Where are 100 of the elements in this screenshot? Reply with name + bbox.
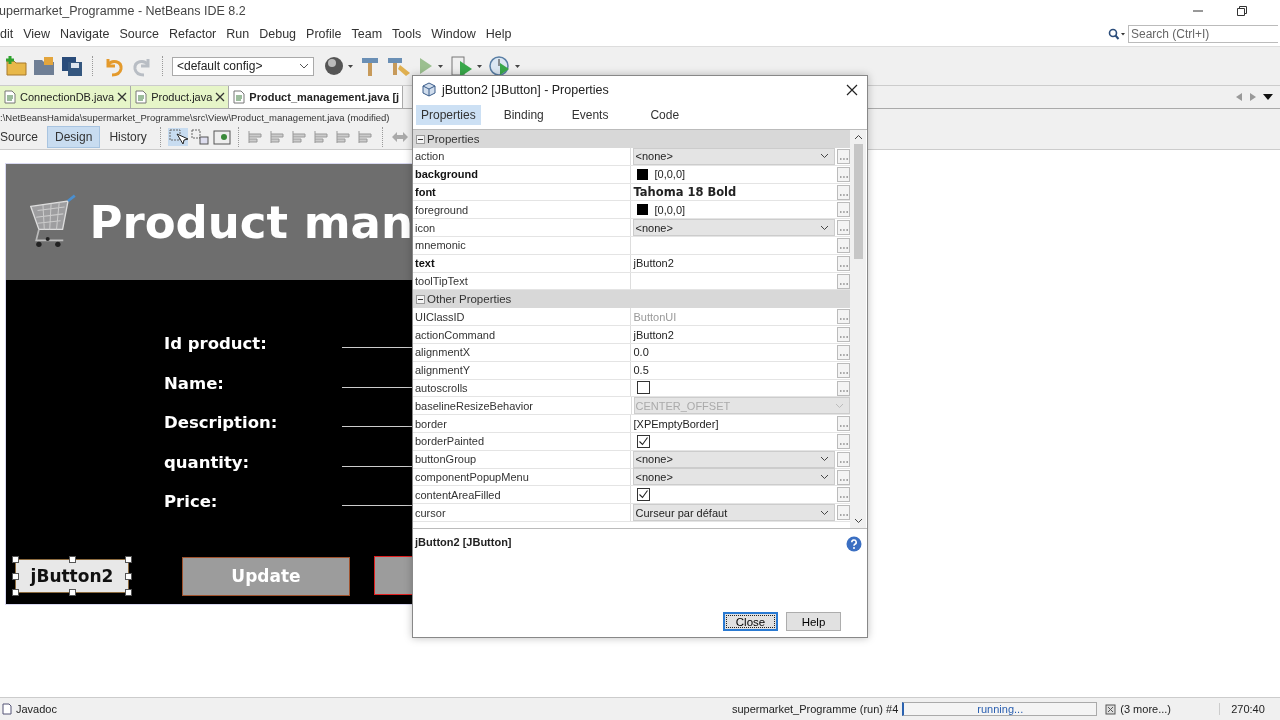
property-name: UIClassID [413, 308, 632, 326]
resize-handle[interactable] [69, 589, 76, 596]
dialog-tab[interactable]: Events [566, 105, 614, 125]
custom-editor-button[interactable] [837, 380, 850, 396]
custom-editor-button[interactable] [837, 416, 850, 432]
property-value[interactable]: jButton2 [633, 257, 674, 270]
more-tasks-link[interactable]: (3 more...) [1120, 703, 1171, 715]
scroll-down-icon[interactable] [853, 518, 863, 524]
menu-item[interactable]: Refactor [164, 27, 222, 41]
property-name: buttonGroup [413, 450, 632, 468]
custom-editor-button[interactable] [837, 238, 850, 253]
collapse-icon[interactable] [416, 294, 425, 304]
resize-handle[interactable] [12, 556, 19, 563]
search-field[interactable]: Search (Ctrl+I) [1128, 25, 1278, 43]
property-value[interactable]: Tahoma 18 Bold [633, 185, 737, 199]
menu-item[interactable]: Tools [387, 27, 427, 41]
ellipsis-icon [839, 193, 848, 196]
file-icon [134, 90, 149, 104]
custom-editor-button[interactable] [837, 255, 850, 271]
custom-editor-button[interactable] [837, 344, 850, 360]
dropdown-icon[interactable] [1262, 92, 1274, 102]
menu-item[interactable]: Team [346, 27, 388, 41]
property-value[interactable]: [XPEmptyBorder] [633, 417, 719, 430]
collapse-icon[interactable] [416, 134, 425, 144]
tasks-icon[interactable] [1105, 703, 1117, 715]
custom-editor-button[interactable] [837, 184, 850, 200]
profile-icon[interactable] [488, 55, 522, 77]
resize-handle[interactable] [12, 573, 19, 580]
custom-editor-button[interactable] [837, 220, 850, 236]
ellipsis-icon [839, 442, 848, 445]
search-icon[interactable] [1108, 28, 1126, 40]
resize-handle[interactable] [125, 556, 132, 563]
custom-editor-button[interactable] [837, 487, 850, 503]
custom-editor-button[interactable] [837, 309, 850, 325]
dialog-tab[interactable]: Binding [498, 105, 549, 125]
view-tab[interactable]: History [102, 127, 154, 147]
resize-handle[interactable] [125, 589, 132, 596]
menu-item[interactable]: dit [0, 27, 19, 41]
custom-editor-button[interactable] [837, 327, 850, 343]
view-tab[interactable]: Source [0, 127, 46, 147]
custom-editor-button[interactable] [837, 202, 850, 218]
value-dropdown[interactable]: Curseur par défaut [633, 504, 836, 522]
left-arrow-icon[interactable] [1234, 92, 1244, 102]
checkbox[interactable] [637, 381, 651, 395]
checkbox[interactable] [637, 488, 651, 502]
restore-icon[interactable] [1236, 5, 1248, 17]
menu-item[interactable]: View [18, 27, 56, 41]
editor-tab[interactable]: Product.java [131, 86, 230, 108]
new-project-icon[interactable] [4, 55, 28, 77]
custom-editor-button[interactable] [837, 149, 850, 164]
property-name: contentAreaFilled [413, 486, 632, 504]
custom-editor-button[interactable] [837, 273, 850, 289]
editor-tab[interactable]: Product_management.java [j [229, 86, 404, 108]
save-all-icon[interactable] [60, 55, 84, 77]
dialog-button[interactable]: Help [786, 612, 841, 631]
value-dropdown[interactable]: <none> [633, 219, 836, 237]
open-project-icon[interactable] [32, 55, 56, 77]
ellipsis-icon [839, 282, 848, 285]
custom-editor-button[interactable] [837, 433, 850, 449]
close-icon[interactable] [846, 83, 858, 96]
close-icon[interactable] [215, 92, 226, 102]
checkbox[interactable] [637, 434, 651, 448]
custom-editor-button[interactable] [837, 451, 850, 467]
dialog-button[interactable]: Close [723, 612, 778, 631]
scroll-up-icon[interactable] [853, 134, 863, 140]
config-dropdown[interactable]: <default config> [172, 56, 314, 76]
menu-item[interactable]: Run [221, 27, 255, 41]
scrollbar-thumb[interactable] [853, 144, 863, 259]
view-tab[interactable]: Design [47, 126, 101, 148]
hammer-broom-icon[interactable] [386, 55, 412, 77]
custom-editor-button[interactable] [837, 469, 850, 485]
property-value[interactable]: [0,0,0] [654, 168, 686, 181]
property-value[interactable]: 0.0 [633, 346, 649, 359]
menu-item[interactable]: Help [480, 27, 517, 41]
menu-item[interactable]: Profile [301, 27, 347, 41]
property-value[interactable]: 0.5 [633, 364, 649, 377]
resize-handle[interactable] [125, 573, 132, 580]
dialog-tab[interactable]: Properties [416, 105, 481, 125]
ellipsis-icon [839, 460, 848, 463]
form-button[interactable]: jButton2 [15, 559, 129, 593]
resize-handle[interactable] [69, 556, 76, 563]
custom-editor-button[interactable] [837, 362, 850, 378]
right-arrow-icon[interactable] [1248, 92, 1258, 102]
globe-icon[interactable] [324, 55, 354, 77]
menu-item[interactable]: Debug [254, 27, 302, 41]
menu-item[interactable]: Window [426, 27, 481, 41]
help-icon[interactable] [846, 536, 862, 552]
close-icon[interactable] [117, 92, 128, 102]
value-dropdown[interactable]: <none> [633, 468, 836, 486]
menu-item[interactable]: Source [114, 27, 165, 41]
dialog-tab[interactable]: Code [645, 105, 685, 125]
selection-mode-icon[interactable] [167, 128, 188, 146]
property-value[interactable]: jButton2 [633, 328, 674, 341]
scrollbar[interactable] [850, 130, 866, 528]
custom-editor-button[interactable] [837, 166, 850, 182]
menu-item[interactable]: Navigate [55, 27, 115, 41]
editor-tab[interactable]: ConnectionDB.java [0, 86, 132, 108]
preview-icon[interactable] [211, 128, 232, 146]
property-value[interactable]: [0,0,0] [654, 203, 686, 216]
resize-handle[interactable] [12, 589, 19, 596]
